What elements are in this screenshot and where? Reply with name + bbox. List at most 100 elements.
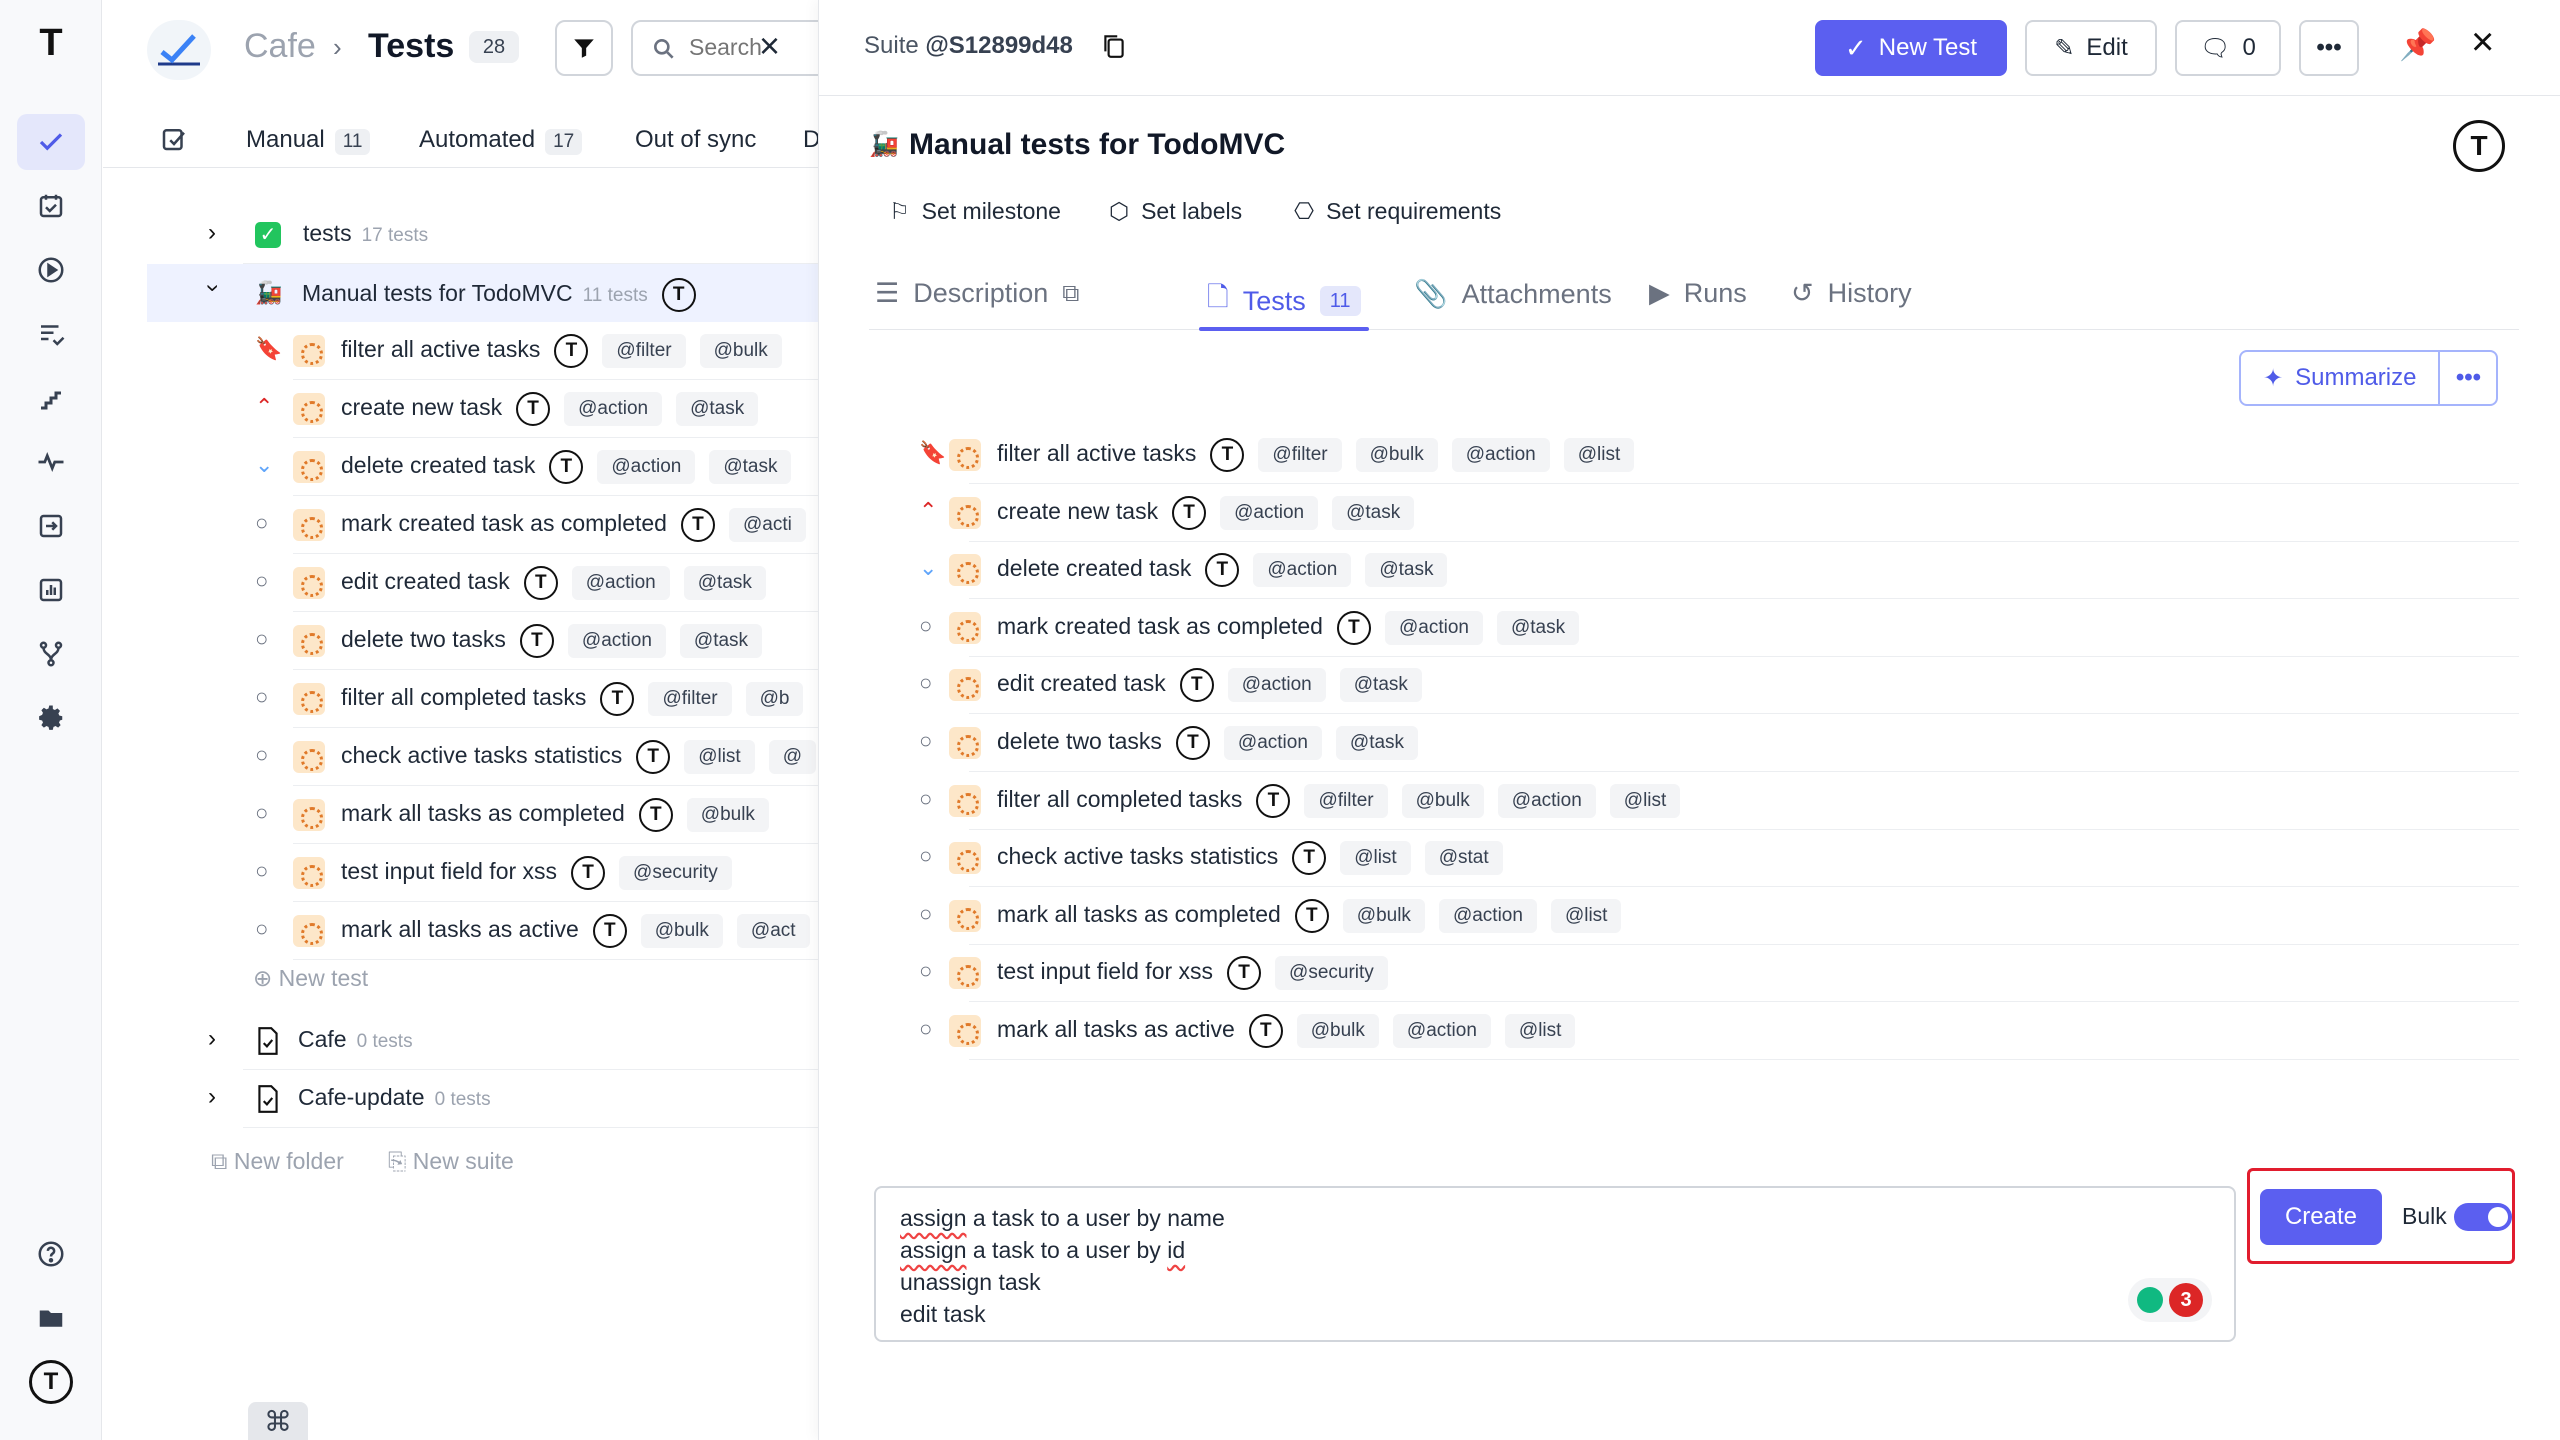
tag-chip[interactable]: @filter bbox=[602, 334, 686, 368]
bulk-toggle[interactable] bbox=[2454, 1203, 2512, 1231]
tab-runs[interactable]: ▶ Runs bbox=[1649, 278, 1747, 309]
tag-chip[interactable]: @bulk bbox=[1401, 783, 1484, 818]
chevron-right-icon[interactable]: › bbox=[208, 1025, 216, 1053]
spellcheck-assistant[interactable]: 3 bbox=[2128, 1278, 2212, 1322]
chevron-down-icon[interactable]: › bbox=[199, 284, 227, 292]
close-panel-icon[interactable]: × bbox=[2471, 20, 2494, 65]
suite-row-cafe-update[interactable]: › Cafe-update 0 tests bbox=[103, 1070, 818, 1128]
detail-test-row[interactable]: ○ check active tasks statistics T @list @sta… bbox=[919, 829, 2519, 888]
tag-chip[interactable]: @list bbox=[1563, 438, 1635, 472]
create-button[interactable]: Create bbox=[2260, 1189, 2382, 1245]
tag-chip[interactable]: @task bbox=[683, 566, 766, 600]
detail-test-row[interactable]: ○ mark all tasks as completed T @bulk @actio… bbox=[919, 887, 2519, 945]
summarize-button[interactable]: ✦ Summarize bbox=[2241, 352, 2441, 404]
new-test-link[interactable]: ⊕ New test bbox=[253, 965, 368, 992]
tag-chip[interactable]: @filter bbox=[1304, 783, 1388, 818]
tag-chip[interactable]: @task bbox=[709, 450, 792, 484]
detail-test-row[interactable]: ⌃ create new task T @action @task bbox=[919, 484, 2519, 542]
set-milestone-link[interactable]: ⚐ Set milestone bbox=[889, 198, 1061, 225]
tag-chip[interactable]: @action bbox=[1497, 783, 1596, 818]
bulk-test-input[interactable]: assign a task to a user by name assign a… bbox=[874, 1186, 2236, 1342]
chevron-right-icon[interactable]: › bbox=[208, 1083, 216, 1111]
new-folder-link[interactable]: ⧉ New folder bbox=[211, 1148, 344, 1175]
tag-chip[interactable]: @filter bbox=[1258, 438, 1342, 472]
close-search-icon[interactable]: × bbox=[759, 26, 780, 66]
list-check-nav-icon[interactable] bbox=[17, 306, 85, 362]
tag-chip[interactable]: @list bbox=[1550, 898, 1622, 933]
suite-row-cafe[interactable]: › Cafe 0 tests bbox=[103, 1012, 818, 1070]
tag-chip[interactable]: @ bbox=[768, 740, 817, 774]
tab-history[interactable]: ↺ History bbox=[1791, 278, 1912, 309]
tag-chip[interactable]: @action bbox=[1451, 438, 1550, 472]
tag-chip[interactable]: @task bbox=[676, 392, 759, 426]
copy-icon[interactable] bbox=[1101, 32, 1127, 60]
app-logo[interactable]: T bbox=[30, 22, 72, 64]
more-button[interactable]: ••• bbox=[2299, 20, 2359, 76]
detail-test-row[interactable]: ○ filter all completed tasks T @filter @bulk… bbox=[919, 772, 2519, 830]
tab-truncated[interactable]: D bbox=[803, 126, 818, 154]
tag-chip[interactable]: @action bbox=[597, 450, 696, 484]
filter-button[interactable] bbox=[555, 20, 613, 76]
tag-chip[interactable]: @list bbox=[1609, 783, 1681, 818]
tree-test-row[interactable]: ⌄ delete created task T @action @task bbox=[103, 438, 818, 496]
tag-chip[interactable]: @task bbox=[1365, 553, 1448, 588]
set-labels-link[interactable]: ⬡ Set labels bbox=[1109, 198, 1242, 225]
plans-nav-icon[interactable] bbox=[17, 178, 85, 234]
tag-chip[interactable]: @bulk bbox=[640, 914, 723, 948]
tag-chip[interactable]: @stat bbox=[1424, 841, 1503, 876]
tag-chip[interactable]: @bulk bbox=[686, 798, 769, 832]
new-suite-link[interactable]: ⎘ New suite bbox=[388, 1148, 514, 1175]
tag-chip[interactable]: @list bbox=[1340, 841, 1411, 876]
detail-test-row[interactable]: ⌄ delete created task T @action @task bbox=[919, 541, 2519, 600]
tab-out-of-sync[interactable]: Out of sync bbox=[635, 126, 756, 154]
project-logo[interactable] bbox=[147, 20, 211, 80]
runs-nav-icon[interactable] bbox=[17, 242, 85, 298]
tag-chip[interactable]: @acti bbox=[728, 508, 806, 542]
suite-row-manual-tests[interactable]: › 🚂 Manual tests for TodoMVC 11 tests T bbox=[147, 264, 818, 322]
tag-chip[interactable]: @bulk bbox=[1342, 898, 1425, 933]
search-box[interactable] bbox=[631, 20, 818, 76]
new-test-button[interactable]: ✓ New Test bbox=[1815, 20, 2007, 76]
tree-test-row[interactable]: ○ filter all completed tasks T @filter @b bbox=[103, 670, 818, 728]
tree-test-row[interactable]: ○ edit created task T @action @task bbox=[103, 554, 818, 612]
tag-chip[interactable]: @filter bbox=[648, 682, 732, 716]
steps-nav-icon[interactable] bbox=[17, 370, 85, 426]
pulse-nav-icon[interactable] bbox=[17, 434, 85, 490]
tab-manual[interactable]: Manual 11 bbox=[246, 126, 371, 155]
tree-test-row[interactable]: ⌃ create new task T @action @task bbox=[103, 380, 818, 438]
tree-test-row[interactable]: ○ mark created task as completed T @acti bbox=[103, 496, 818, 554]
tag-chip[interactable]: @task bbox=[1496, 610, 1580, 645]
import-nav-icon[interactable] bbox=[17, 498, 85, 554]
detail-test-row[interactable]: ○ edit created task T @action @task bbox=[919, 656, 2519, 715]
tag-chip[interactable]: @action bbox=[1438, 898, 1537, 933]
tag-chip[interactable]: @action bbox=[1384, 610, 1483, 645]
tag-chip[interactable]: @security bbox=[619, 856, 732, 890]
tag-chip[interactable]: @act bbox=[736, 914, 810, 948]
copy-icon[interactable]: ⧉ bbox=[1062, 280, 1079, 308]
tag-chip[interactable]: @action bbox=[1227, 668, 1326, 703]
tag-chip[interactable]: @action bbox=[1223, 726, 1322, 760]
profile-logo-icon[interactable]: T bbox=[17, 1354, 85, 1410]
tag-chip[interactable]: @list bbox=[684, 740, 755, 774]
folder-icon[interactable] bbox=[17, 1290, 85, 1346]
tag-chip[interactable]: @list bbox=[1504, 1014, 1576, 1048]
pin-icon[interactable]: 📌 bbox=[2399, 28, 2436, 63]
edit-list-icon[interactable] bbox=[159, 124, 189, 154]
tag-chip[interactable]: @task bbox=[1335, 726, 1419, 760]
tag-chip[interactable]: @task bbox=[679, 624, 763, 658]
tag-chip[interactable]: @action bbox=[567, 624, 666, 658]
chevron-right-icon[interactable]: › bbox=[208, 219, 216, 247]
tree-test-row[interactable]: ○ test input field for xss T @security bbox=[103, 844, 818, 902]
tag-chip[interactable]: @b bbox=[745, 682, 804, 716]
tree-test-row[interactable]: ○ mark all tasks as completed T @bulk bbox=[103, 786, 818, 844]
tab-automated[interactable]: Automated 17 bbox=[419, 126, 583, 155]
tests-nav-icon[interactable] bbox=[17, 114, 85, 170]
tag-chip[interactable]: @task bbox=[1332, 495, 1415, 530]
detail-test-row[interactable]: 🔖 filter all active tasks T @filter @bulk @ac… bbox=[919, 426, 2519, 484]
detail-test-row[interactable]: ○ delete two tasks T @action @task bbox=[919, 714, 2519, 772]
tree-test-row[interactable]: ○ delete two tasks T @action @task bbox=[103, 612, 818, 670]
branches-nav-icon[interactable] bbox=[17, 626, 85, 682]
tag-chip[interactable]: @security bbox=[1275, 956, 1388, 991]
detail-test-row[interactable]: ○ mark created task as completed T @action @… bbox=[919, 599, 2519, 657]
tree-test-row[interactable]: 🔖 filter all active tasks T @filter @bulk bbox=[103, 322, 818, 380]
